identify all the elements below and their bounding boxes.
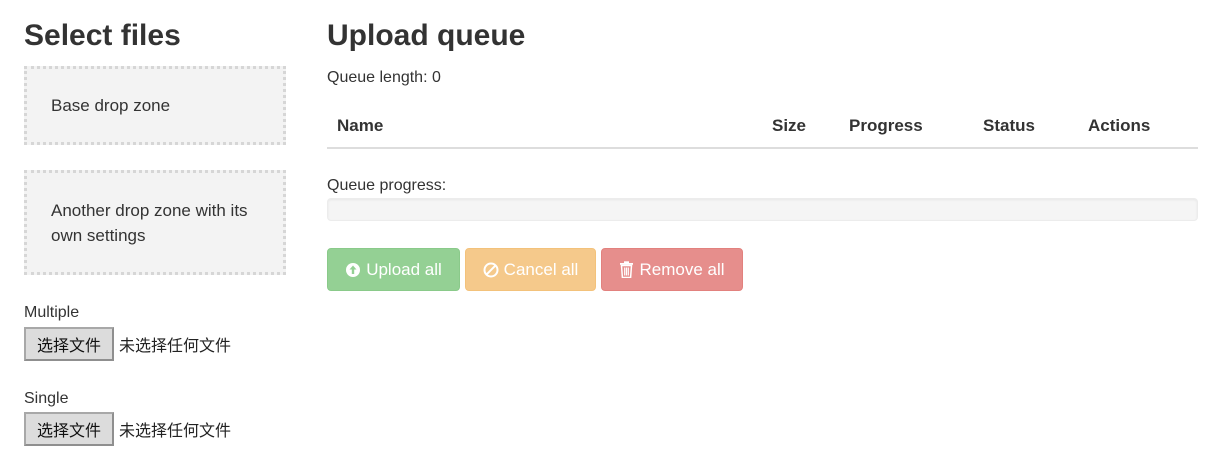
multiple-file-input: 选择文件 未选择任何文件: [24, 327, 231, 361]
page: Select files Base drop zone Another drop…: [0, 0, 1226, 471]
trash-icon: [619, 261, 634, 278]
single-choose-file-button[interactable]: 选择文件: [24, 412, 114, 446]
cancel-all-button[interactable]: Cancel all: [465, 248, 596, 291]
column-header-progress: Progress: [849, 116, 923, 135]
another-drop-zone[interactable]: Another drop zone with its own settings: [24, 170, 286, 275]
another-drop-zone-label: Another drop zone with its own settings: [51, 200, 248, 245]
multiple-label: Multiple: [24, 304, 80, 321]
single-file-input: 选择文件 未选择任何文件: [24, 412, 231, 446]
circle-arrow-up-icon: [345, 262, 361, 278]
upload-all-label: Upload all: [366, 259, 442, 279]
queue-table-header: Name Size Progress Status Actions: [327, 103, 1198, 149]
base-drop-zone[interactable]: Base drop zone: [24, 66, 286, 145]
single-file-status: 未选择任何文件: [119, 423, 232, 440]
queue-progress-bar: [327, 198, 1198, 221]
upload-all-button[interactable]: Upload all: [327, 248, 460, 291]
column-header-actions: Actions: [1088, 116, 1151, 135]
multiple-choose-file-button[interactable]: 选择文件: [24, 327, 114, 361]
column-header-name: Name: [337, 116, 384, 135]
column-header-size: Size: [772, 116, 807, 135]
multiple-file-status: 未选择任何文件: [119, 338, 232, 355]
ban-icon: [483, 262, 499, 278]
remove-all-label: Remove all: [639, 259, 725, 279]
remove-all-button[interactable]: Remove all: [601, 248, 743, 291]
single-label: Single: [24, 390, 69, 407]
queue-length: Queue length: 0: [327, 69, 441, 86]
upload-queue-title: Upload queue: [327, 19, 526, 52]
base-drop-zone-label: Base drop zone: [51, 96, 171, 115]
queue-progress-label: Queue progress:: [327, 177, 447, 194]
column-header-status: Status: [983, 116, 1035, 135]
select-files-title: Select files: [24, 19, 181, 52]
cancel-all-label: Cancel all: [503, 259, 579, 279]
